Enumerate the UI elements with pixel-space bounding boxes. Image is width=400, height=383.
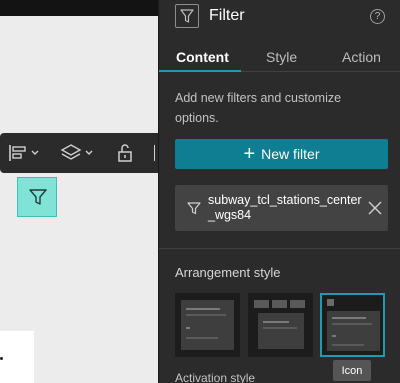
style-tooltip: Icon: [333, 360, 371, 381]
panel-title: Filter: [209, 7, 245, 24]
new-filter-button[interactable]: + New filter: [175, 139, 388, 169]
align-icon[interactable]: [8, 143, 42, 163]
active-tab-indicator: [159, 70, 241, 72]
arrangement-style-label: Arrangement style: [175, 265, 281, 280]
plus-icon: +: [243, 143, 256, 165]
tab-action[interactable]: Action: [342, 49, 381, 65]
new-filter-label: New filter: [261, 146, 320, 162]
settings-panel: Filter ? Content Style Action Add new fi…: [158, 0, 400, 383]
panel-tabs: Content Style Action: [159, 40, 400, 72]
canvas-top-bar: [0, 0, 158, 16]
tab-content[interactable]: Content: [176, 49, 229, 65]
content-description: Add new filters and customize options.: [175, 91, 342, 125]
arrangement-style-icon[interactable]: [320, 293, 385, 357]
filter-item-label: subway_tcl_stations_center_wgs84: [208, 193, 362, 222]
section-divider: [159, 248, 400, 249]
tab-style[interactable]: Style: [266, 49, 297, 65]
canvas-dot: [0, 357, 3, 360]
filter-icon: [29, 189, 47, 205]
arrangement-style-panel[interactable]: [175, 293, 240, 357]
canvas-white-region: [0, 331, 34, 383]
arrangement-style-bar[interactable]: [248, 293, 313, 357]
filter-widget-selected[interactable]: [17, 177, 57, 217]
widget-toolbar: [0, 133, 158, 173]
activation-style-label: Activation style: [175, 371, 256, 383]
close-icon[interactable]: [368, 201, 382, 220]
filter-icon: [175, 4, 199, 28]
filter-icon: [187, 201, 201, 220]
lock-icon[interactable]: [116, 143, 134, 163]
help-icon[interactable]: ?: [370, 9, 385, 24]
filter-list-item[interactable]: subway_tcl_stations_center_wgs84: [175, 185, 388, 231]
layers-icon[interactable]: [60, 143, 98, 163]
